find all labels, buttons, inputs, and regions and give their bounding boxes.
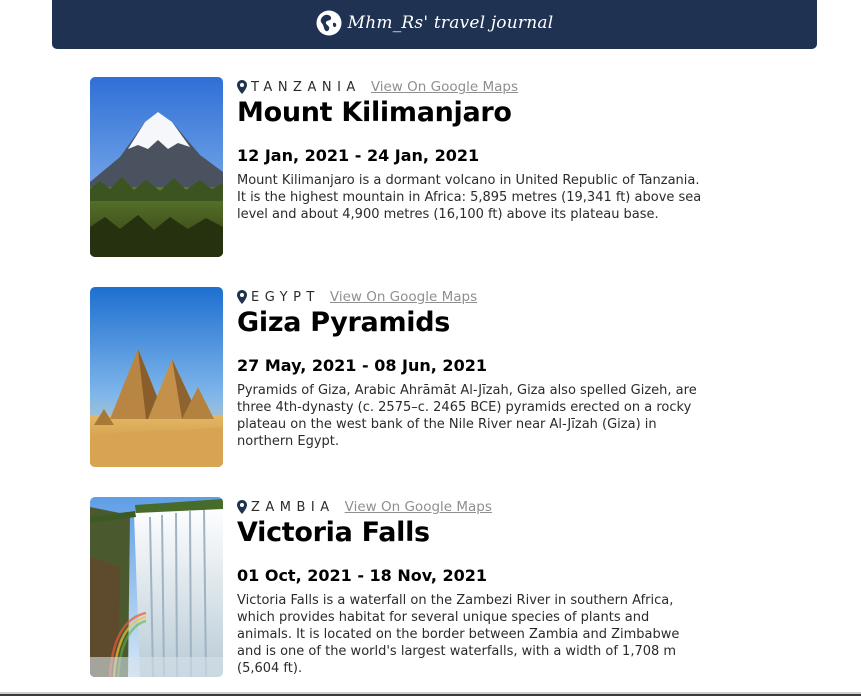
location-pin-icon (237, 290, 247, 304)
entry-description: Pyramids of Giza, Arabic Ahrāmāt Al-Jīza… (237, 383, 697, 449)
view-on-google-maps-link[interactable]: View On Google Maps (330, 289, 477, 305)
entry-description: Victoria Falls is a waterfall on the Zam… (237, 593, 680, 676)
waterfall-photo (90, 497, 223, 677)
view-on-google-maps-link[interactable]: View On Google Maps (371, 79, 518, 95)
pyramids-photo (90, 287, 223, 467)
country-label: ZAMBIA (251, 499, 335, 515)
entry-title: Giza Pyramids (237, 307, 451, 338)
globe-icon (316, 10, 342, 35)
entry-title: Victoria Falls (237, 517, 430, 548)
country-label: TANZANIA (251, 79, 361, 95)
mountain-photo (90, 77, 223, 257)
entry-dates: 12 Jan, 2021 - 24 Jan, 2021 (237, 146, 480, 165)
journal-entry: ZAMBIA View On Google Maps Victoria Fall… (90, 497, 710, 677)
journal-entry: TANZANIA View On Google Maps Mount Kilim… (90, 77, 710, 257)
entry-description: Mount Kilimanjaro is a dormant volcano i… (237, 173, 702, 222)
app-header: Mhm_Rs' travel journal (52, 0, 817, 49)
journal-entry: EGYPT View On Google Maps Giza Pyramids … (90, 287, 710, 467)
brand-title: Mhm_Rs' travel journal (347, 12, 554, 33)
entry-dates: 27 May, 2021 - 08 Jun, 2021 (237, 356, 487, 375)
location-pin-icon (237, 80, 247, 94)
entry-title: Mount Kilimanjaro (237, 97, 512, 128)
country-label: EGYPT (251, 289, 320, 305)
entry-dates: 01 Oct, 2021 - 18 Nov, 2021 (237, 566, 488, 585)
view-on-google-maps-link[interactable]: View On Google Maps (345, 499, 492, 515)
location-pin-icon (237, 500, 247, 514)
